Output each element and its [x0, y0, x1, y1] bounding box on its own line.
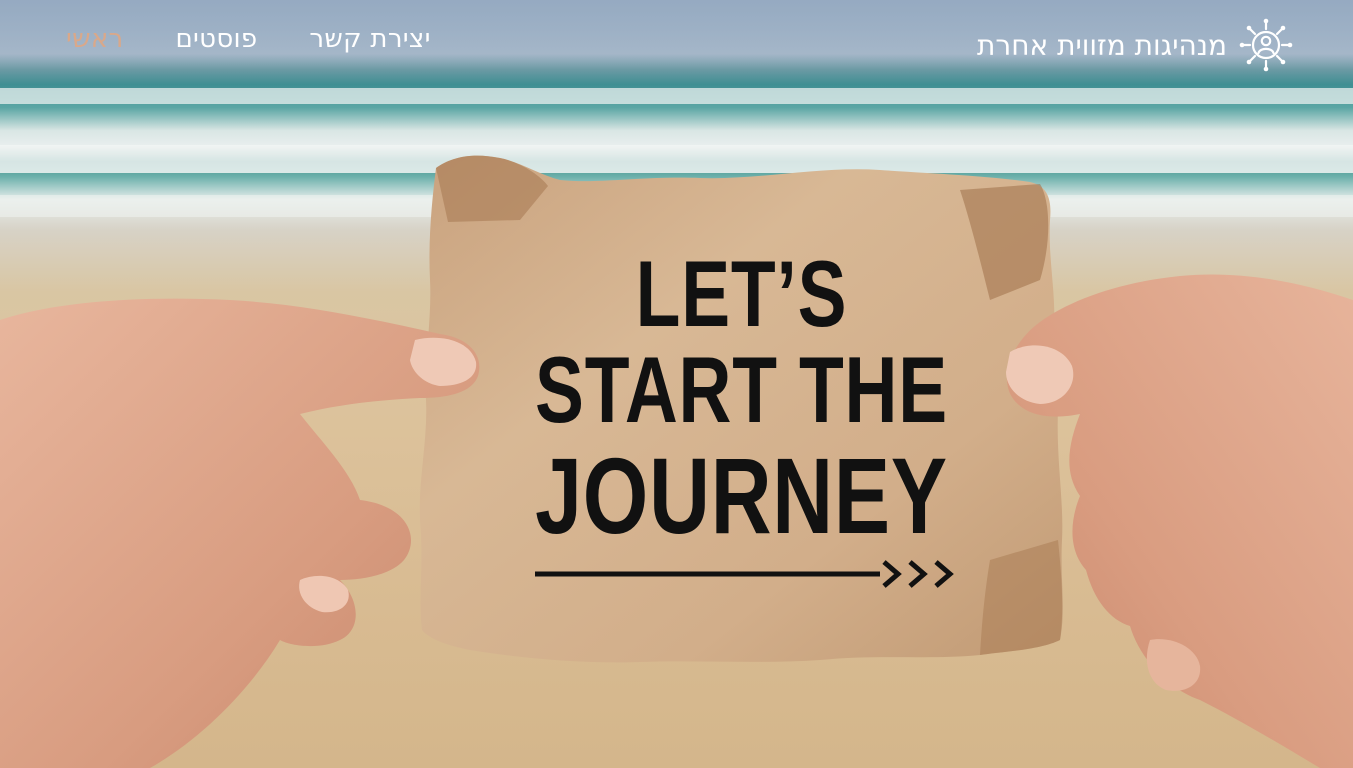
note-line-1: LET’S [635, 241, 848, 346]
brand-title[interactable]: מנהיגות מזווית אחרת [977, 29, 1227, 62]
nav-link-contact[interactable]: יצירת קשר [309, 24, 430, 54]
nav-link-posts[interactable]: פוסטים [176, 24, 258, 54]
brand[interactable]: מנהיגות מזווית אחרת [977, 18, 1293, 72]
note-line-2: START THE [535, 337, 948, 442]
nav-links: ראשי פוסטים יצירת קשר [66, 24, 431, 54]
hero-section: LET’S START THE JOURNEY ראשי פוסטים יציר… [0, 0, 1353, 768]
note-line-3: JOURNEY [535, 435, 948, 556]
leader-network-icon [1239, 18, 1293, 72]
nav-link-home[interactable]: ראשי [66, 24, 124, 54]
top-navigation: ראשי פוסטים יצירת קשר מנהיגות מזווית אחר… [0, 0, 1353, 90]
